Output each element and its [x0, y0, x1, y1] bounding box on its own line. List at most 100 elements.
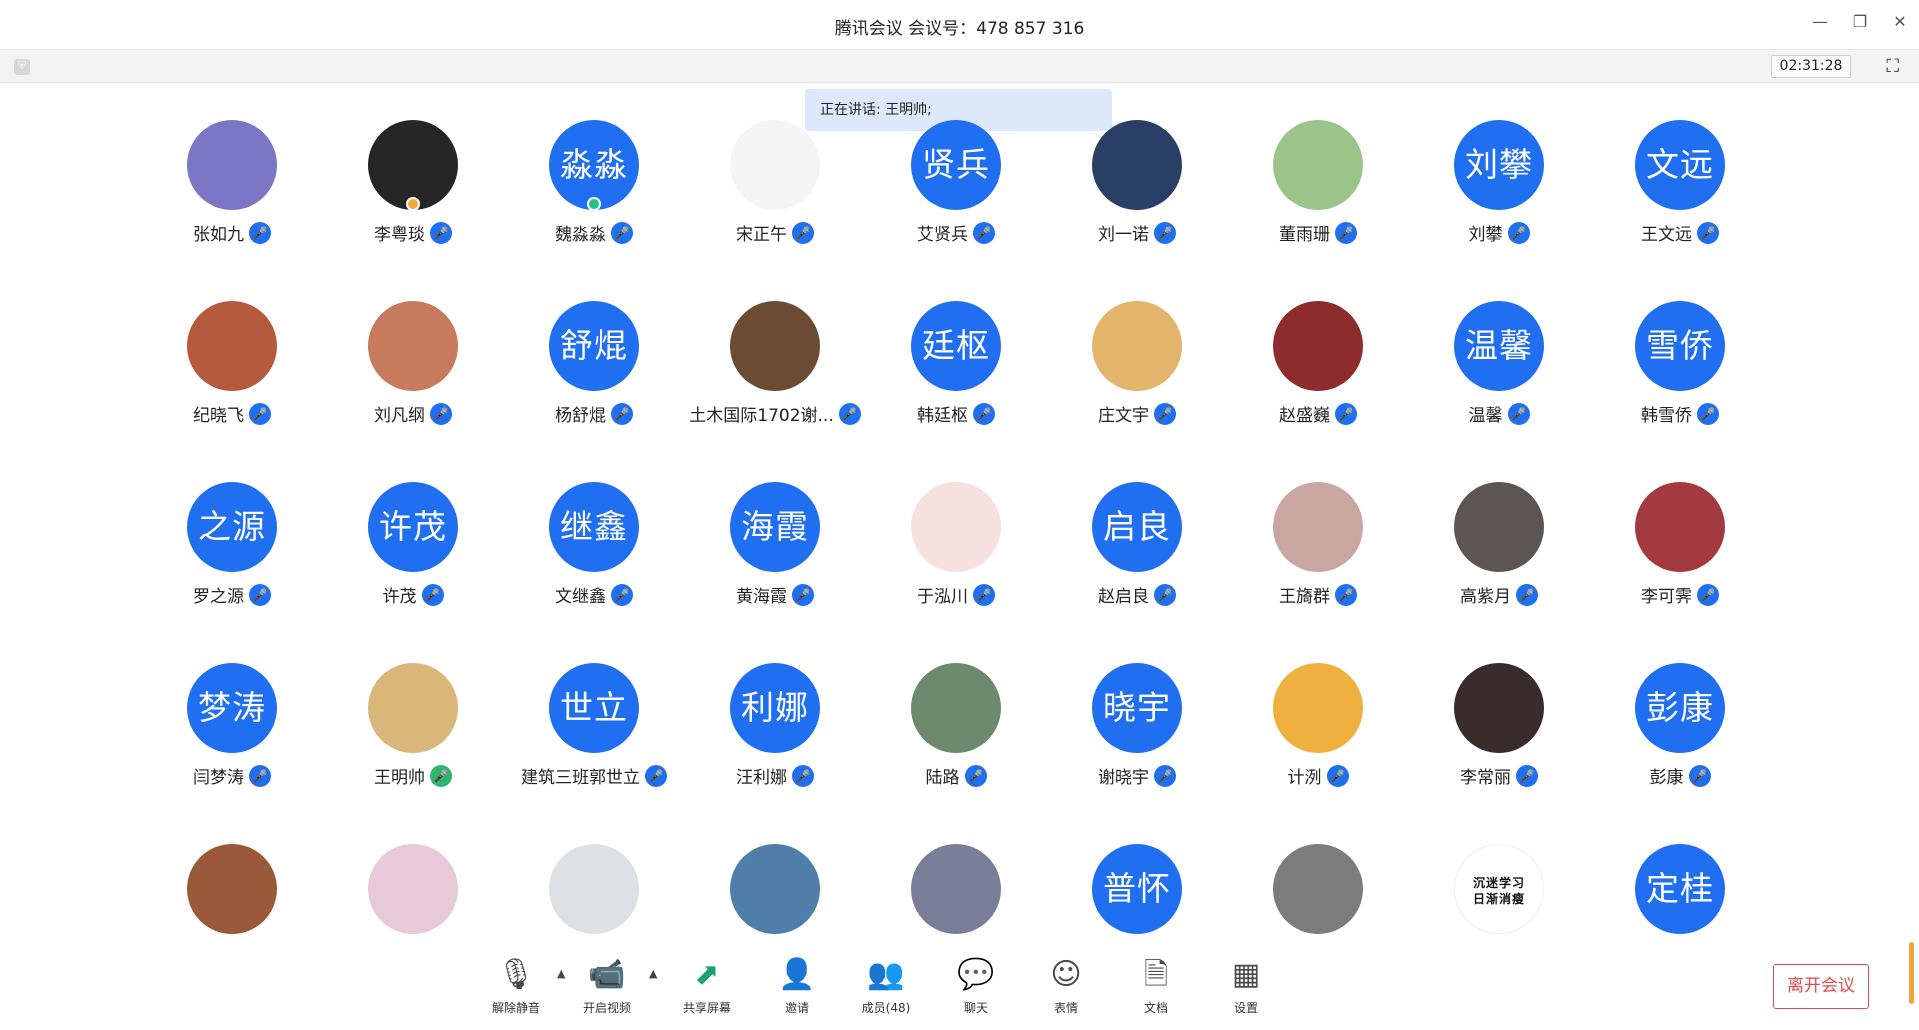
participant-name-row: 汪利娜 🎤 — [675, 763, 875, 788]
participant-name-row: 王旖群 🎤 — [1218, 582, 1418, 607]
participant-tile[interactable]: 海霞 黄海霞 🎤 — [675, 477, 875, 617]
participant-tile[interactable]: 贤兵 艾贤兵 🎤 — [856, 115, 1056, 255]
participant-tile[interactable]: 庄文宇 🎤 — [1037, 296, 1237, 436]
participant-tile[interactable]: 董雨珊 🎤 — [1218, 115, 1418, 255]
avatar-image — [911, 482, 1001, 572]
participant-name: 文继鑫 — [555, 587, 606, 607]
participant-name-row: 董雨珊 🎤 — [1218, 220, 1418, 245]
participant-tile[interactable]: 刘攀 刘攀 🎤 — [1399, 115, 1599, 255]
participant-tile[interactable]: 利娜 汪利娜 🎤 — [675, 658, 875, 798]
participant-name: 魏淼淼 — [555, 225, 606, 245]
microphone-icon: 🎤 — [964, 764, 987, 787]
participant-name-row: 纪晓飞 🎤 — [132, 401, 332, 426]
emoji-button[interactable]: ☺ 表情 — [1026, 957, 1106, 1016]
microphone-icon: 🎤 — [421, 583, 444, 606]
scrollbar-thumb[interactable] — [1909, 942, 1914, 1004]
participant-tile[interactable]: 李可霁 🎤 — [1580, 477, 1780, 617]
microphone-icon: 🎤 — [1154, 402, 1176, 425]
settings-button[interactable]: ▦ 设置 — [1206, 957, 1286, 1016]
participant-tile[interactable]: 计洌 🎤 — [1218, 658, 1418, 798]
microphone-icon: 🎤 — [1516, 764, 1538, 787]
avatar-initials: 定桂 — [1635, 844, 1725, 934]
participant-tile[interactable]: 彭康 彭康 🎤 — [1580, 658, 1780, 798]
docs-button[interactable]: 🗎 文档 — [1116, 957, 1196, 1016]
participant-name: 宋正午 — [736, 225, 787, 245]
participant-name: 闫梦涛 — [193, 768, 244, 788]
participant-name-row: 王文远 🎤 — [1580, 220, 1780, 245]
invite-button[interactable]: 👤 邀请 — [757, 957, 837, 1016]
participant-tile[interactable]: 纪晓飞 🎤 — [132, 296, 332, 436]
participant-tile[interactable]: 于泓川 🎤 — [856, 477, 1056, 617]
participant-tile[interactable]: 李常丽 🎤 — [1399, 658, 1599, 798]
info-bar: ⛨ 02:31:28 ⛶ — [0, 50, 1919, 83]
participant-tile[interactable]: 晓宇 谢晓宇 🎤 — [1037, 658, 1237, 798]
participant-name: 王明帅 — [374, 768, 425, 788]
participant-name-row: 彭康 🎤 — [1580, 763, 1780, 788]
participant-tile[interactable]: 世立 建筑三班郭世立 🎤 — [494, 658, 694, 798]
participant-tile[interactable]: 舒焜 杨舒焜 🎤 — [494, 296, 694, 436]
participant-name-row: 宋正午 🎤 — [675, 220, 875, 245]
video-options-caret-icon[interactable]: ▲ — [649, 967, 657, 980]
microphone-icon: 🎤 — [792, 221, 814, 244]
participant-name-row: 艾贤兵 🎤 — [856, 220, 1056, 245]
avatar-image — [368, 663, 458, 753]
participant-tile[interactable]: 刘一诺 🎤 — [1037, 115, 1237, 255]
start-video-button[interactable]: 📹 开启视频 — [567, 957, 647, 1016]
microphone-icon: 🎤 — [1335, 221, 1357, 244]
avatar-image — [730, 844, 820, 934]
participant-tile[interactable]: 土木国际1702谢... 🎤 — [675, 296, 875, 436]
avatar-image — [1273, 301, 1363, 391]
participant-tile[interactable]: 温馨 温馨 🎤 — [1399, 296, 1599, 436]
avatar-image — [1273, 120, 1363, 210]
participant-name: 土木国际1702谢... — [689, 406, 834, 426]
microphone-icon: 🎤 — [792, 583, 814, 606]
participant-name: 李粤琰 — [374, 225, 425, 245]
participant-tile[interactable]: 雪侨 韩雪侨 🎤 — [1580, 296, 1780, 436]
participant-tile[interactable]: 许茂 许茂 🎤 — [313, 477, 513, 617]
participant-tile[interactable]: 淼淼 魏淼淼 🎤 — [494, 115, 694, 255]
participant-tile[interactable]: 陆路 🎤 — [856, 658, 1056, 798]
participant-name-row: 韩廷枢 🎤 — [856, 401, 1056, 426]
microphone-icon: 🎤 — [1335, 402, 1357, 425]
restore-icon[interactable]: ❐ — [1851, 12, 1869, 31]
microphone-icon: 🎤 — [1516, 583, 1538, 606]
avatar-initials: 海霞 — [730, 482, 820, 572]
microphone-icon: 🎤 — [1688, 764, 1711, 787]
fullscreen-icon[interactable]: ⛶ — [1886, 56, 1899, 77]
members-icon: 👥 — [867, 957, 905, 992]
participant-tile[interactable]: 赵盛巍 🎤 — [1218, 296, 1418, 436]
participant-tile[interactable]: 王明帅 🎤 — [313, 658, 513, 798]
emoji-icon: ☺ — [1050, 957, 1082, 992]
shield-icon[interactable]: ⛨ — [14, 59, 30, 75]
participant-tile[interactable]: 继鑫 文继鑫 🎤 — [494, 477, 694, 617]
participant-tile[interactable]: 梦涛 闫梦涛 🎤 — [132, 658, 332, 798]
participant-tile[interactable]: 王旖群 🎤 — [1218, 477, 1418, 617]
chat-button[interactable]: 💬 聊天 — [936, 957, 1016, 1016]
audio-options-caret-icon[interactable]: ▲ — [557, 967, 565, 980]
participant-name-row: 王明帅 🎤 — [313, 763, 513, 788]
members-button[interactable]: 👥 成员(48) — [846, 957, 926, 1016]
microphone-icon: 🎤 — [249, 402, 271, 425]
unmute-button[interactable]: 🎙 解除静音 — [476, 957, 556, 1016]
leave-meeting-button[interactable]: 离开会议 — [1773, 964, 1869, 1009]
avatar-image — [1635, 482, 1725, 572]
share-screen-button[interactable]: ⬈ 共享屏幕 — [667, 957, 747, 1016]
participant-name: 刘一诺 — [1098, 225, 1149, 245]
participant-tile[interactable]: 刘凡纲 🎤 — [313, 296, 513, 436]
participant-tile[interactable]: 之源 罗之源 🎤 — [132, 477, 332, 617]
participant-tile[interactable]: 启良 赵启良 🎤 — [1037, 477, 1237, 617]
participant-name: 彭康 — [1649, 768, 1684, 788]
participant-name-row: 韩雪侨 🎤 — [1580, 401, 1780, 426]
participant-tile[interactable]: 高紫月 🎤 — [1399, 477, 1599, 617]
camera-off-icon: 📹 — [588, 957, 626, 992]
avatar-initials: 舒焜 — [549, 301, 639, 391]
participant-tile[interactable]: 张如九 🎤 — [132, 115, 332, 255]
microphone-icon: 🎤 — [1697, 221, 1719, 244]
participant-tile[interactable]: 文远 王文远 🎤 — [1580, 115, 1780, 255]
participant-tile[interactable]: 宋正午 🎤 — [675, 115, 875, 255]
minimize-icon[interactable]: — — [1811, 12, 1829, 31]
avatar-image — [1273, 844, 1363, 934]
close-icon[interactable]: ✕ — [1891, 12, 1909, 31]
participant-tile[interactable]: 廷枢 韩廷枢 🎤 — [856, 296, 1056, 436]
participant-tile[interactable]: 李粤琰 🎤 — [313, 115, 513, 255]
